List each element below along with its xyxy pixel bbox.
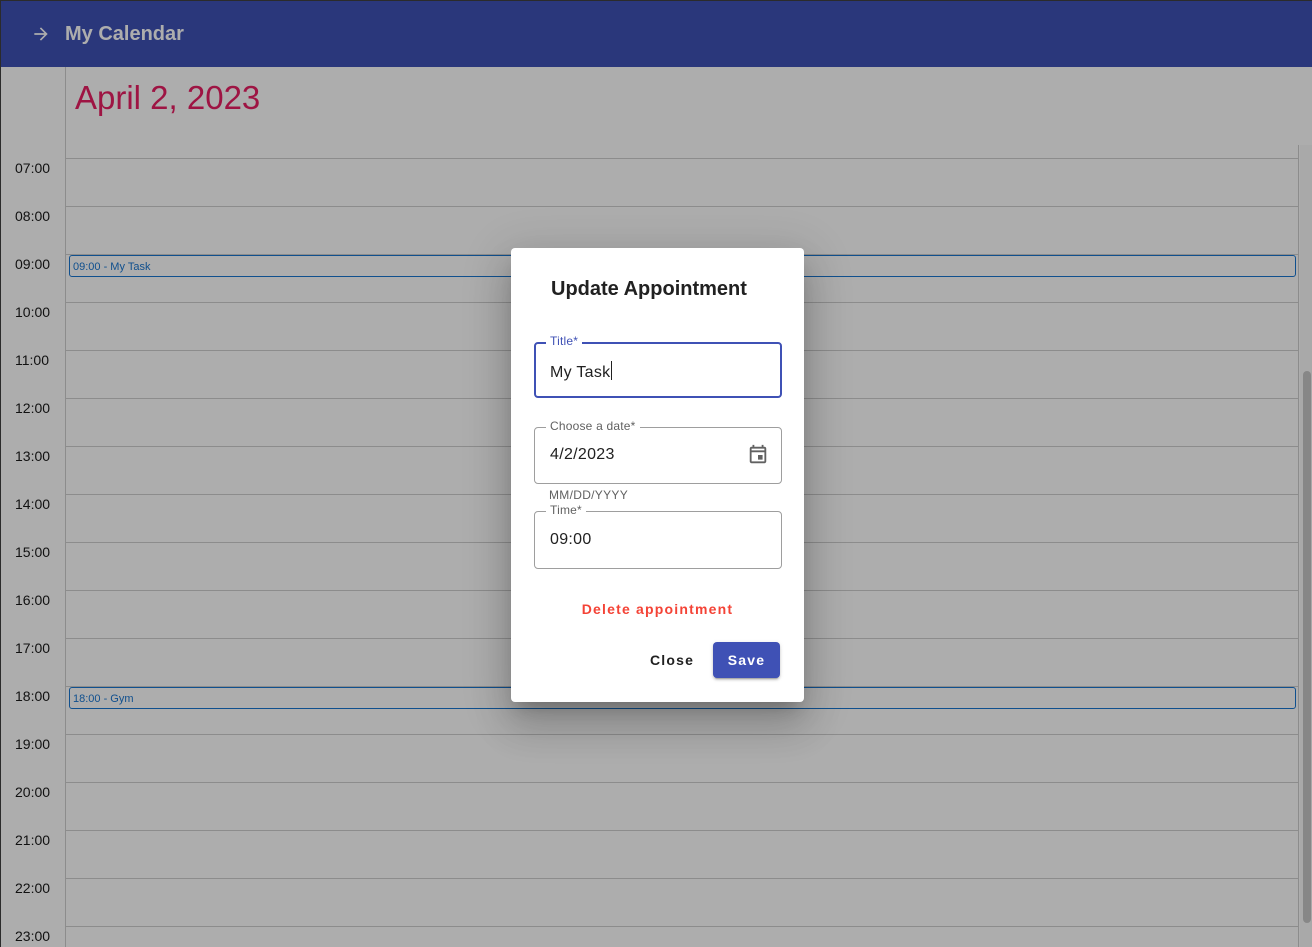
dialog-title: Update Appointment bbox=[551, 278, 747, 300]
title-input-value: My Task bbox=[550, 364, 611, 381]
calendar-app: My Calendar April 2, 2023 07:00 08:00 09:0… bbox=[1, 1, 1312, 947]
calendar-icon[interactable] bbox=[747, 444, 769, 466]
time-field[interactable]: Time* 09:00 bbox=[534, 503, 782, 569]
date-field-label: Choose a date* bbox=[546, 419, 640, 433]
date-input[interactable]: 4/2/2023 bbox=[550, 446, 615, 464]
title-input[interactable]: My Task bbox=[550, 361, 613, 382]
close-button[interactable]: Close bbox=[641, 642, 703, 678]
title-field-label: Title* bbox=[546, 334, 583, 348]
time-input[interactable]: 09:00 bbox=[550, 531, 592, 549]
update-appointment-dialog: Update Appointment Title* My Task Choose… bbox=[511, 248, 804, 702]
text-caret bbox=[611, 361, 613, 380]
title-field[interactable]: Title* My Task bbox=[534, 334, 782, 398]
date-format-hint: MM/DD/YYYY bbox=[549, 488, 629, 502]
save-button[interactable]: Save bbox=[713, 642, 780, 678]
time-field-label: Time* bbox=[546, 503, 586, 517]
delete-appointment-button[interactable]: Delete appointment bbox=[511, 601, 804, 617]
date-field[interactable]: Choose a date* 4/2/2023 bbox=[534, 419, 782, 484]
